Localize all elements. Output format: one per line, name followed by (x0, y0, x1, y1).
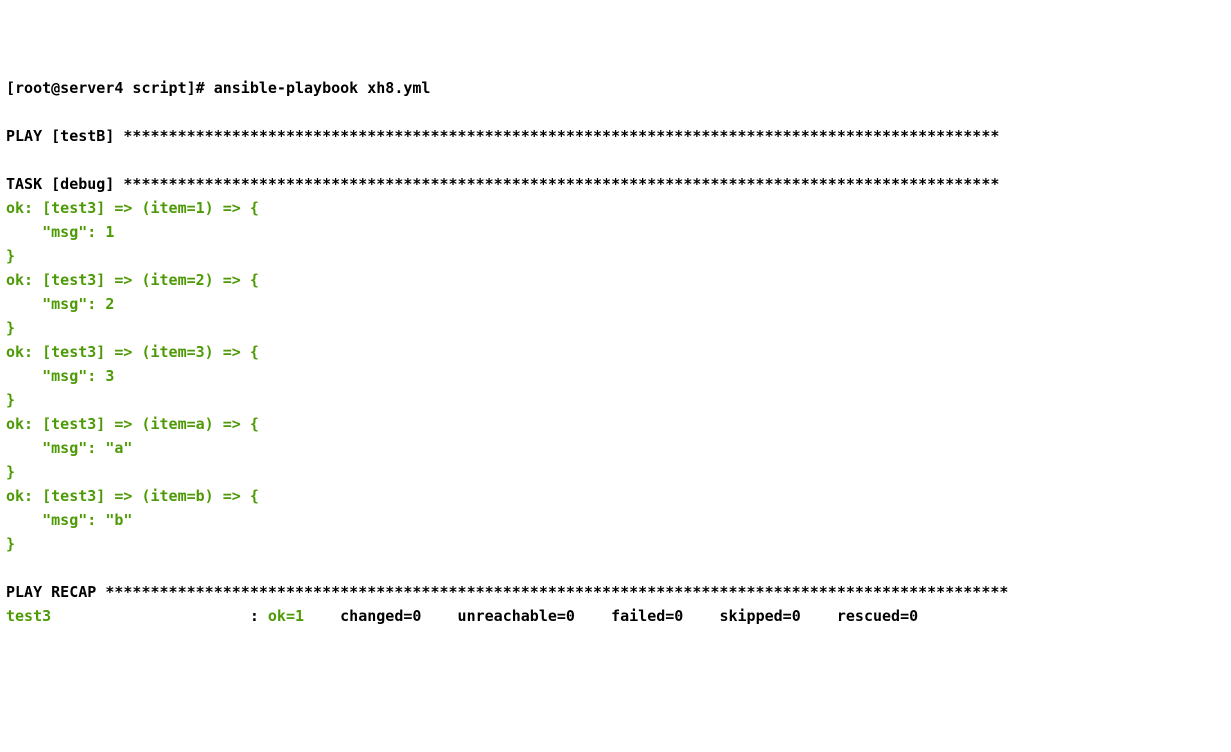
command-text: ansible-playbook xh8.yml (214, 79, 431, 97)
task-stars: ****************************************… (123, 175, 999, 193)
item-close: } (6, 460, 1225, 484)
item-close: } (6, 532, 1225, 556)
recap-stars: ****************************************… (105, 583, 1008, 601)
blank-line (6, 556, 1225, 580)
item-msg-text: "msg": 2 (6, 295, 114, 313)
recap-pad (51, 607, 250, 625)
recap-label: PLAY RECAP (6, 583, 105, 601)
shell-prompt[interactable]: [root@server4 script]# (6, 79, 214, 97)
item-msg-text: "msg": 3 (6, 367, 114, 385)
recap-unreachable: unreachable=0 (449, 607, 603, 625)
blank-line (6, 100, 1225, 124)
item-line: ok: [test3] => (item=2) => { (6, 268, 1225, 292)
item-close: } (6, 244, 1225, 268)
recap-failed: failed=0 (602, 607, 710, 625)
recap-host: test3 (6, 607, 51, 625)
item-line: ok: [test3] => (item=a) => { (6, 412, 1225, 436)
recap-changed: changed=0 (331, 607, 448, 625)
play-stars: ****************************************… (123, 127, 999, 145)
item-msg: "msg": "b" (6, 508, 1225, 532)
item-msg: "msg": "a" (6, 436, 1225, 460)
play-header: PLAY [testB] ***************************… (6, 124, 1225, 148)
item-line: ok: [test3] => (item=b) => { (6, 484, 1225, 508)
recap-row: test3 : ok=1 changed=0 unreachable=0 fai… (6, 604, 1225, 628)
item-msg: "msg": 2 (6, 292, 1225, 316)
item-close: } (6, 316, 1225, 340)
task-label: TASK [debug] (6, 175, 123, 193)
item-header: ok: [test3] => (item=1) => { (6, 199, 259, 217)
recap-ok: ok=1 (268, 607, 331, 625)
prompt-line: [root@server4 script]# ansible-playbook … (6, 76, 1225, 100)
item-msg-text: "msg": "b" (6, 511, 132, 529)
item-close-brace: } (6, 535, 15, 553)
terminal-output: [root@server4 script]# ansible-playbook … (6, 76, 1225, 628)
item-close-brace: } (6, 247, 15, 265)
recap-rescued: rescued=0 (828, 607, 936, 625)
blank-line (6, 148, 1225, 172)
item-header: ok: [test3] => (item=b) => { (6, 487, 259, 505)
item-close: } (6, 388, 1225, 412)
item-header: ok: [test3] => (item=3) => { (6, 343, 259, 361)
item-msg: "msg": 1 (6, 220, 1225, 244)
task-header: TASK [debug] ***************************… (6, 172, 1225, 196)
item-line: ok: [test3] => (item=1) => { (6, 196, 1225, 220)
item-msg-text: "msg": "a" (6, 439, 132, 457)
recap-header: PLAY RECAP *****************************… (6, 580, 1225, 604)
item-header: ok: [test3] => (item=2) => { (6, 271, 259, 289)
item-header: ok: [test3] => (item=a) => { (6, 415, 259, 433)
item-close-brace: } (6, 391, 15, 409)
item-msg: "msg": 3 (6, 364, 1225, 388)
item-close-brace: } (6, 319, 15, 337)
item-msg-text: "msg": 1 (6, 223, 114, 241)
item-close-brace: } (6, 463, 15, 481)
recap-skipped: skipped=0 (710, 607, 827, 625)
item-line: ok: [test3] => (item=3) => { (6, 340, 1225, 364)
recap-colon: : (250, 607, 268, 625)
play-label: PLAY [testB] (6, 127, 123, 145)
